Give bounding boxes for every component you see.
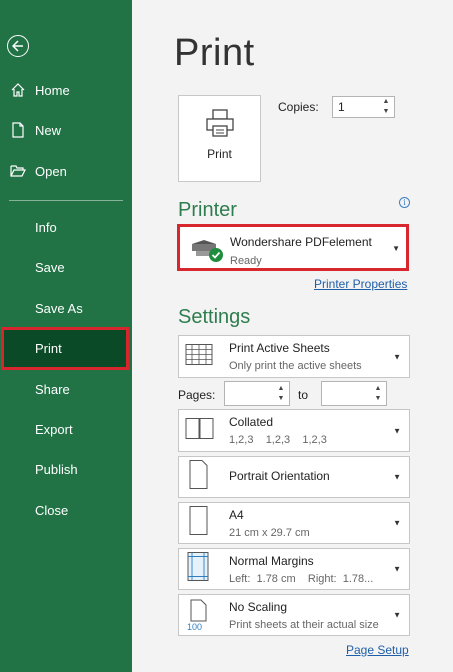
pages-to-spinner[interactable]: ▲ ▼	[373, 385, 383, 403]
print-button[interactable]: Print	[178, 95, 261, 182]
pages-from-spinner[interactable]: ▲ ▼	[276, 385, 286, 403]
collated-icon	[185, 417, 215, 444]
margins-icon	[185, 552, 211, 587]
chevron-down-icon: ▼	[393, 472, 401, 482]
nav-info[interactable]: Info	[0, 207, 132, 247]
print-pane: Print Print Copies: 1 ▲ ▼ Printer i Wond…	[132, 0, 453, 672]
spin-down-icon[interactable]: ▼	[278, 395, 285, 403]
setting-subtitle: Left: 1.78 cm Right: 1.78...	[229, 573, 374, 585]
portrait-icon	[185, 460, 211, 495]
nav-print[interactable]: Print	[1, 327, 129, 370]
sheets-grid-icon	[185, 343, 213, 370]
nav-save[interactable]: Save	[0, 247, 132, 287]
setting-scaling[interactable]: 100 No Scaling Print sheets at their act…	[178, 594, 410, 636]
nav-home-label: Home	[35, 82, 70, 98]
setting-subtitle: Only print the active sheets	[229, 360, 362, 372]
to-label: to	[298, 388, 309, 402]
setting-title: Portrait Orientation	[229, 469, 330, 483]
printer-status: Ready	[230, 255, 262, 267]
new-document-icon	[10, 122, 26, 138]
nav-share[interactable]: Share	[0, 369, 132, 409]
chevron-down-icon: ▼	[393, 610, 401, 620]
setting-title: Print Active Sheets	[229, 341, 330, 355]
pages-to-input[interactable]: ▲ ▼	[321, 381, 387, 406]
setting-paper-size[interactable]: A4 21 cm x 29.7 cm ▼	[178, 502, 410, 544]
setting-print-what[interactable]: Print Active Sheets Only print the activ…	[178, 335, 410, 378]
nav-close-label: Close	[35, 502, 69, 518]
pages-from-input[interactable]: ▲ ▼	[224, 381, 290, 406]
nav-divider	[9, 200, 123, 201]
copies-stepper[interactable]: 1 ▲ ▼	[332, 96, 395, 118]
spin-up-icon[interactable]: ▲	[383, 98, 390, 106]
spin-down-icon[interactable]: ▼	[375, 395, 382, 403]
printer-ready-icon	[190, 236, 224, 269]
nav-export-label: Export	[35, 421, 73, 437]
chevron-down-icon: ▼	[393, 426, 401, 435]
chevron-down-icon: ▼	[393, 352, 401, 361]
spin-up-icon[interactable]: ▲	[375, 385, 382, 393]
scaling-icon: 100	[185, 599, 211, 632]
back-arrow-icon[interactable]	[7, 35, 29, 57]
page-setup-link[interactable]: Page Setup	[346, 643, 409, 657]
nav-new-label: New	[35, 122, 62, 138]
settings-heading: Settings	[178, 306, 251, 328]
nav-open[interactable]: Open	[0, 151, 132, 191]
chevron-down-icon: ▼	[393, 564, 401, 574]
nav-save-as-label: Save As	[35, 300, 83, 316]
chevron-down-icon: ▼	[393, 518, 401, 528]
setting-orientation[interactable]: Portrait Orientation ▼	[178, 456, 410, 498]
spin-up-icon[interactable]: ▲	[278, 385, 285, 393]
printer-name: Wondershare PDFelement	[230, 235, 372, 249]
nav-share-label: Share	[35, 381, 70, 397]
nav-save-label: Save	[35, 259, 65, 275]
printer-properties-link[interactable]: Printer Properties	[314, 277, 407, 291]
nav-publish[interactable]: Publish	[0, 449, 132, 489]
nav-home[interactable]: Home	[0, 70, 132, 110]
setting-title: Collated	[229, 415, 274, 429]
nav-open-label: Open	[35, 163, 67, 179]
paper-size-icon	[185, 506, 211, 541]
home-icon	[10, 82, 26, 98]
setting-subtitle: 21 cm x 29.7 cm	[229, 527, 310, 539]
nav-print-label: Print	[35, 341, 62, 356]
setting-subtitle: 1,2,3 1,2,3 1,2,3	[229, 434, 327, 446]
nav-save-as[interactable]: Save As	[0, 288, 132, 328]
setting-title: Normal Margins	[229, 554, 314, 568]
page-title: Print	[174, 32, 255, 74]
backstage-sidebar: Home New Open Info Save Save As Print Sh…	[0, 0, 132, 672]
nav-info-label: Info	[35, 219, 57, 235]
info-icon[interactable]: i	[399, 197, 410, 208]
setting-collation[interactable]: Collated 1,2,3 1,2,3 1,2,3 ▼	[178, 409, 410, 452]
nav-new[interactable]: New	[0, 110, 132, 150]
folder-open-icon	[10, 163, 26, 179]
copies-value: 1	[338, 100, 345, 114]
setting-margins[interactable]: Normal Margins Left: 1.78 cm Right: 1.78…	[178, 548, 410, 590]
scaling-icon-text: 100	[187, 622, 202, 631]
print-button-label: Print	[207, 147, 232, 161]
nav-close[interactable]: Close	[0, 490, 132, 530]
copies-spinner[interactable]: ▲ ▼	[381, 98, 391, 116]
chevron-down-icon: ▼	[392, 244, 400, 253]
printer-heading: Printer	[178, 199, 237, 221]
copies-label: Copies:	[278, 100, 319, 114]
setting-subtitle: Print sheets at their actual size	[229, 619, 379, 631]
nav-export[interactable]: Export	[0, 409, 132, 449]
nav-publish-label: Publish	[35, 461, 78, 477]
printer-icon	[205, 108, 235, 143]
printer-dropdown[interactable]: Wondershare PDFelement Ready ▼	[177, 224, 409, 271]
setting-title: A4	[229, 508, 244, 522]
spin-down-icon[interactable]: ▼	[383, 108, 390, 116]
setting-title: No Scaling	[229, 600, 288, 614]
pages-label: Pages:	[178, 388, 216, 402]
